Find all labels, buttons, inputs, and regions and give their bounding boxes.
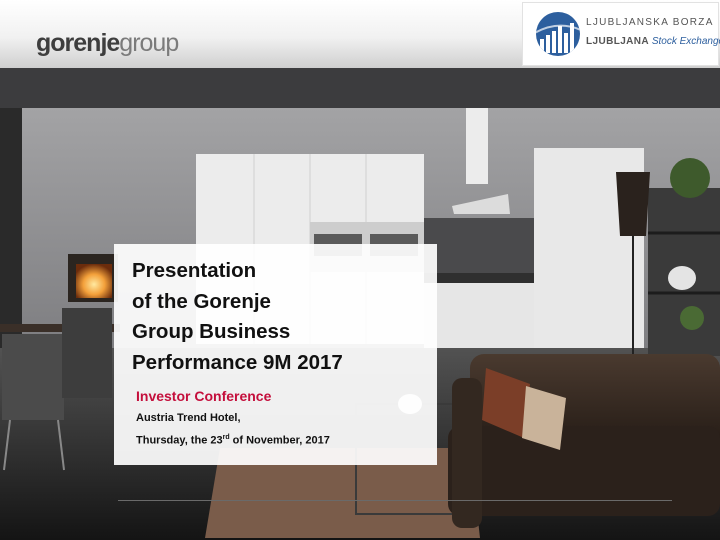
stock-exchange-globe-icon (536, 12, 580, 56)
presentation-title: Presentation of the Gorenje Group Busine… (132, 256, 343, 378)
header-bar: gorenjegroup LJUBLJANSKA BORZA LJUBLJANA… (0, 0, 720, 68)
exchange-subname: LJUBLJANA Stock Exchange (586, 36, 720, 47)
date-suffix: of November, 2017 (229, 434, 330, 447)
exchange-type: Stock Exchange (651, 36, 720, 47)
date-ordinal: rd (222, 434, 230, 441)
date-prefix: Thursday, the 23 (136, 434, 223, 447)
event-date: Thursday, the 23rd of November, 2017 (136, 434, 330, 447)
exchange-city: LJUBLJANA (586, 36, 650, 47)
title-line: of the Gorenje (132, 289, 271, 313)
logo-main: gorenje (36, 29, 120, 57)
title-line: Presentation (132, 259, 257, 282)
footer-divider (118, 500, 672, 501)
exchange-name: LJUBLJANSKA BORZA (586, 17, 714, 28)
event-subtitle: Investor Conference (136, 388, 272, 404)
title-line: Performance 9M 2017 (132, 350, 343, 374)
logo-suffix: group (119, 29, 179, 57)
event-venue: Austria Trend Hotel, (136, 412, 241, 424)
gorenje-group-logo: gorenjegroup (36, 28, 179, 58)
slide: gorenjegroup LJUBLJANSKA BORZA LJUBLJANA… (0, 0, 720, 540)
title-line: Group Business (132, 320, 291, 343)
ljubljana-stock-exchange-logo: LJUBLJANSKA BORZA LJUBLJANA Stock Exchan… (522, 2, 720, 66)
